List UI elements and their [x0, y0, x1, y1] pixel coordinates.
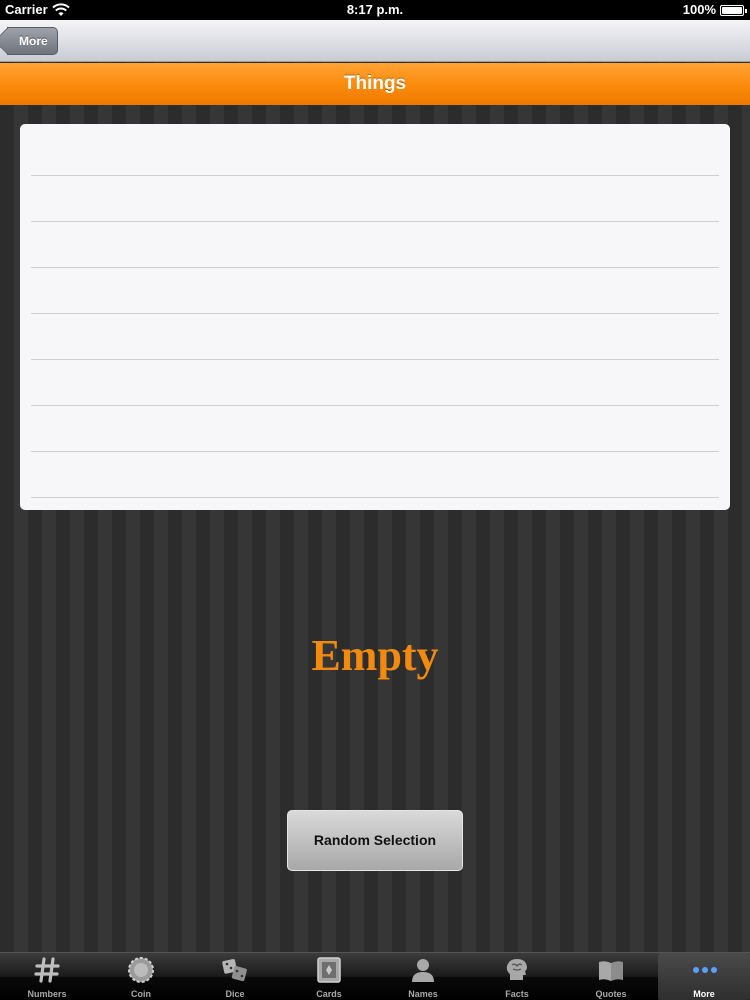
- battery-icon: [720, 5, 747, 16]
- tab-bar: Numbers Coin Dice Cards Names Facts Quot…: [0, 952, 750, 1000]
- list-divider: [31, 221, 719, 222]
- tab-coin[interactable]: Coin: [94, 953, 188, 1000]
- cards-icon: [317, 957, 341, 983]
- items-list[interactable]: [20, 124, 730, 510]
- book-icon: [599, 961, 623, 981]
- list-divider: [31, 267, 719, 268]
- selection-result: Empty: [311, 631, 439, 680]
- brain-icon: [506, 959, 527, 980]
- list-divider: [31, 497, 719, 498]
- back-button-label: More: [19, 34, 48, 48]
- battery-percent: 100%: [682, 2, 716, 17]
- navigation-bar: More: [0, 20, 750, 62]
- list-divider: [31, 313, 719, 314]
- tab-facts[interactable]: Facts: [470, 953, 564, 1000]
- tab-label: More: [693, 989, 715, 999]
- coin-icon: [128, 957, 154, 983]
- tab-more[interactable]: More: [658, 953, 750, 1000]
- tab-label: Cards: [316, 989, 342, 999]
- dice-icon: [222, 959, 247, 982]
- list-divider: [31, 359, 719, 360]
- person-icon: [412, 959, 434, 982]
- random-selection-button[interactable]: Random Selection: [287, 810, 463, 871]
- hash-icon: [34, 957, 60, 983]
- tab-dice[interactable]: Dice: [188, 953, 282, 1000]
- tab-numbers[interactable]: Numbers: [0, 953, 94, 1000]
- tab-label: Names: [408, 989, 438, 999]
- tab-label: Quotes: [595, 989, 627, 999]
- tab-label: Numbers: [27, 989, 67, 999]
- back-button[interactable]: More: [7, 27, 58, 55]
- status-bar: Carrier 8:17 p.m. 100%: [0, 0, 750, 20]
- tab-label: Facts: [505, 989, 529, 999]
- tab-quotes[interactable]: Quotes: [564, 953, 658, 1000]
- list-divider: [31, 175, 719, 176]
- page-title: Things: [0, 63, 750, 105]
- more-dots-icon: [693, 967, 717, 973]
- tab-names[interactable]: Names: [376, 953, 470, 1000]
- list-divider: [31, 405, 719, 406]
- tab-label: Coin: [131, 989, 151, 999]
- tab-cards[interactable]: Cards: [282, 953, 376, 1000]
- tab-label: Dice: [225, 989, 245, 999]
- status-time: 8:17 p.m.: [346, 2, 404, 17]
- list-divider: [31, 451, 719, 452]
